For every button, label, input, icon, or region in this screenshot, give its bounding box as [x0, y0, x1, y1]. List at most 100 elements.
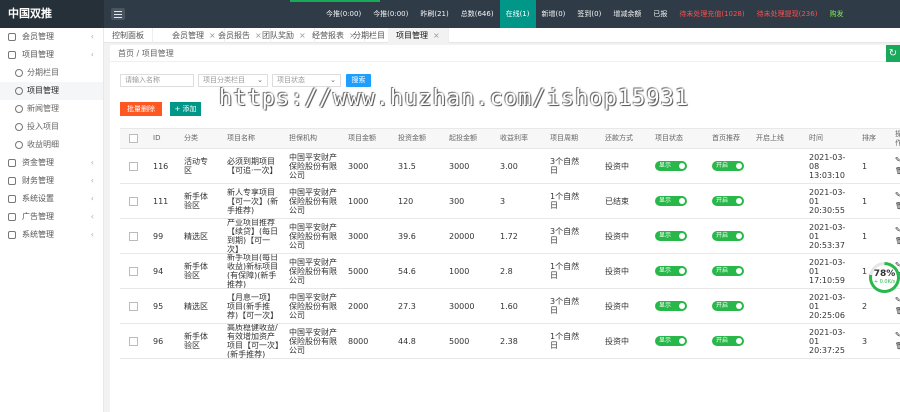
- top-navigation: 中国双推 今推(0:00) 今推(0:00) 昨刷(21) 总数(646) 在线(1) 新…: [0, 0, 900, 28]
- status-toggle[interactable]: 显示: [655, 301, 687, 311]
- cell-text: 54.6: [398, 266, 416, 276]
- column-header-label: 分类: [184, 134, 198, 142]
- cell-push[interactable]: 开启: [709, 324, 751, 358]
- top-link-2[interactable]: 昨刷(21): [414, 0, 454, 28]
- sidebar-item-3[interactable]: 项目管理: [0, 82, 103, 100]
- sidebar-item-label: 广告管理: [22, 212, 54, 221]
- cell-text: 1.72: [500, 231, 518, 241]
- search-button[interactable]: 搜索: [346, 74, 371, 87]
- top-link-1[interactable]: 今推(0:00): [367, 0, 414, 28]
- edit-icon[interactable]: ✎: [895, 296, 900, 305]
- row-actions: ✎🗑: [895, 226, 900, 246]
- status-toggle[interactable]: 显示: [655, 266, 687, 276]
- cell-invest: 120: [395, 184, 433, 218]
- status-toggle[interactable]: 显示: [655, 196, 687, 206]
- sidebar-item-6[interactable]: 收益明细: [0, 136, 103, 154]
- top-link-11[interactable]: 购发: [823, 0, 849, 28]
- cell-push[interactable]: 开启: [709, 219, 751, 253]
- cell-push[interactable]: 开启: [709, 149, 751, 183]
- edit-icon[interactable]: ✎: [895, 191, 900, 200]
- sidebar-item-label: 会员管理: [22, 32, 54, 41]
- cell-text: 中国平安财产保险股份有限公司: [289, 222, 337, 250]
- cell-status[interactable]: 显示: [652, 149, 692, 183]
- close-icon[interactable]: ×: [433, 31, 440, 40]
- select-all-checkbox[interactable]: [129, 134, 138, 143]
- top-link-3[interactable]: 总数(646): [455, 0, 500, 28]
- dot-icon: [15, 69, 23, 77]
- cell-status[interactable]: 显示: [652, 324, 692, 358]
- top-link-6[interactable]: 签到(0): [571, 0, 607, 28]
- cell-status[interactable]: 显示: [652, 184, 692, 218]
- category-filter-select[interactable]: 项目分类栏目 ⌄: [198, 74, 268, 87]
- online-toggle[interactable]: 开启: [712, 196, 744, 206]
- sidebar-item-2[interactable]: 分期栏目: [0, 64, 103, 82]
- sidebar-item-7[interactable]: 资金管理 ‹: [0, 154, 103, 172]
- status-toggle[interactable]: 显示: [655, 336, 687, 346]
- sidebar-item-8[interactable]: 财务管理 ‹: [0, 172, 103, 190]
- chevron-left-icon: ‹: [90, 50, 94, 59]
- status-toggle[interactable]: 显示: [655, 231, 687, 241]
- cell-text: 111: [153, 196, 169, 206]
- top-link-7[interactable]: 增减余额: [607, 0, 647, 28]
- online-toggle[interactable]: 开启: [712, 301, 744, 311]
- top-link-0[interactable]: 今推(0:00): [320, 0, 367, 28]
- column-header: 开启上线: [753, 129, 795, 148]
- status-toggle[interactable]: 显示: [655, 161, 687, 171]
- cell-status[interactable]: 显示: [652, 219, 692, 253]
- sidebar-item-10[interactable]: 广告管理 ‹: [0, 208, 103, 226]
- top-link-4[interactable]: 在线(1): [499, 0, 536, 28]
- batch-delete-button[interactable]: 批量删除: [120, 102, 162, 116]
- edit-icon[interactable]: ✎: [895, 156, 900, 165]
- delete-icon[interactable]: 🗑: [895, 237, 900, 246]
- online-toggle[interactable]: 开启: [712, 266, 744, 276]
- tab-label: 项目管理: [396, 31, 428, 40]
- cell-push[interactable]: 开启: [709, 184, 751, 218]
- edit-icon[interactable]: ✎: [895, 331, 900, 340]
- top-link-8[interactable]: 已报: [647, 0, 673, 28]
- sidebar-item-0[interactable]: 会员管理 ‹: [0, 28, 103, 46]
- sidebar-item-5[interactable]: 投入项目: [0, 118, 103, 136]
- row-checkbox[interactable]: [129, 196, 138, 206]
- row-checkbox[interactable]: [129, 301, 138, 311]
- online-toggle[interactable]: 开启: [712, 231, 744, 241]
- row-actions: ✎🗑: [895, 156, 900, 176]
- cell-push[interactable]: 开启: [709, 254, 751, 288]
- tab-6[interactable]: 项目管理 ×: [388, 28, 449, 43]
- sidebar-item-1[interactable]: 项目管理 ‹: [0, 46, 103, 64]
- name-filter-input[interactable]: 请输入名称: [120, 74, 194, 87]
- online-toggle[interactable]: 开启: [712, 161, 744, 171]
- edit-icon[interactable]: ✎: [895, 226, 900, 235]
- sidebar-item-9[interactable]: 系统设置 ‹: [0, 190, 103, 208]
- delete-icon[interactable]: 🗑: [895, 307, 900, 316]
- table-header: ID 分类 项目名称 担保机构 项目金额 投资金额 起投金额 收益利率 项目周期 还款方式 项目状态…: [120, 129, 900, 149]
- cell-text: 2: [862, 301, 868, 311]
- cell-time: 2021-03-01 17:10:59: [806, 254, 854, 288]
- delete-icon[interactable]: 🗑: [895, 202, 900, 211]
- cell-id: 96: [150, 324, 172, 358]
- row-checkbox[interactable]: [129, 161, 138, 171]
- status-filter-select[interactable]: 项目状态 ⌄: [272, 74, 341, 87]
- tab-label: 分期栏目: [353, 31, 385, 40]
- top-link-9[interactable]: 待未处理充值(1028): [673, 0, 750, 28]
- column-header: 项目名称: [224, 129, 282, 148]
- top-link-10[interactable]: 待未处理提现(236): [751, 0, 824, 28]
- online-toggle[interactable]: 开启: [712, 336, 744, 346]
- row-checkbox[interactable]: [129, 336, 138, 346]
- column-header: 排序: [859, 129, 881, 148]
- tab-0[interactable]: 控制面板: [104, 28, 153, 43]
- sidebar-item-11[interactable]: 系统管理 ‹: [0, 226, 103, 244]
- refresh-icon[interactable]: ↻: [886, 45, 900, 62]
- row-checkbox[interactable]: [129, 231, 138, 241]
- cell-status[interactable]: 显示: [652, 254, 692, 288]
- delete-icon[interactable]: 🗑: [895, 167, 900, 176]
- top-link-5[interactable]: 新增(0): [536, 0, 572, 28]
- menu-icon: [8, 213, 16, 221]
- delete-icon[interactable]: 🗑: [895, 342, 900, 351]
- toggle-label: 显示: [659, 302, 672, 309]
- menu-toggle-icon[interactable]: [111, 8, 125, 20]
- sidebar-item-4[interactable]: 新闻管理: [0, 100, 103, 118]
- cell-status[interactable]: 显示: [652, 289, 692, 323]
- row-checkbox[interactable]: [129, 266, 138, 276]
- add-project-button[interactable]: + 添加: [170, 102, 201, 116]
- cell-push[interactable]: 开启: [709, 289, 751, 323]
